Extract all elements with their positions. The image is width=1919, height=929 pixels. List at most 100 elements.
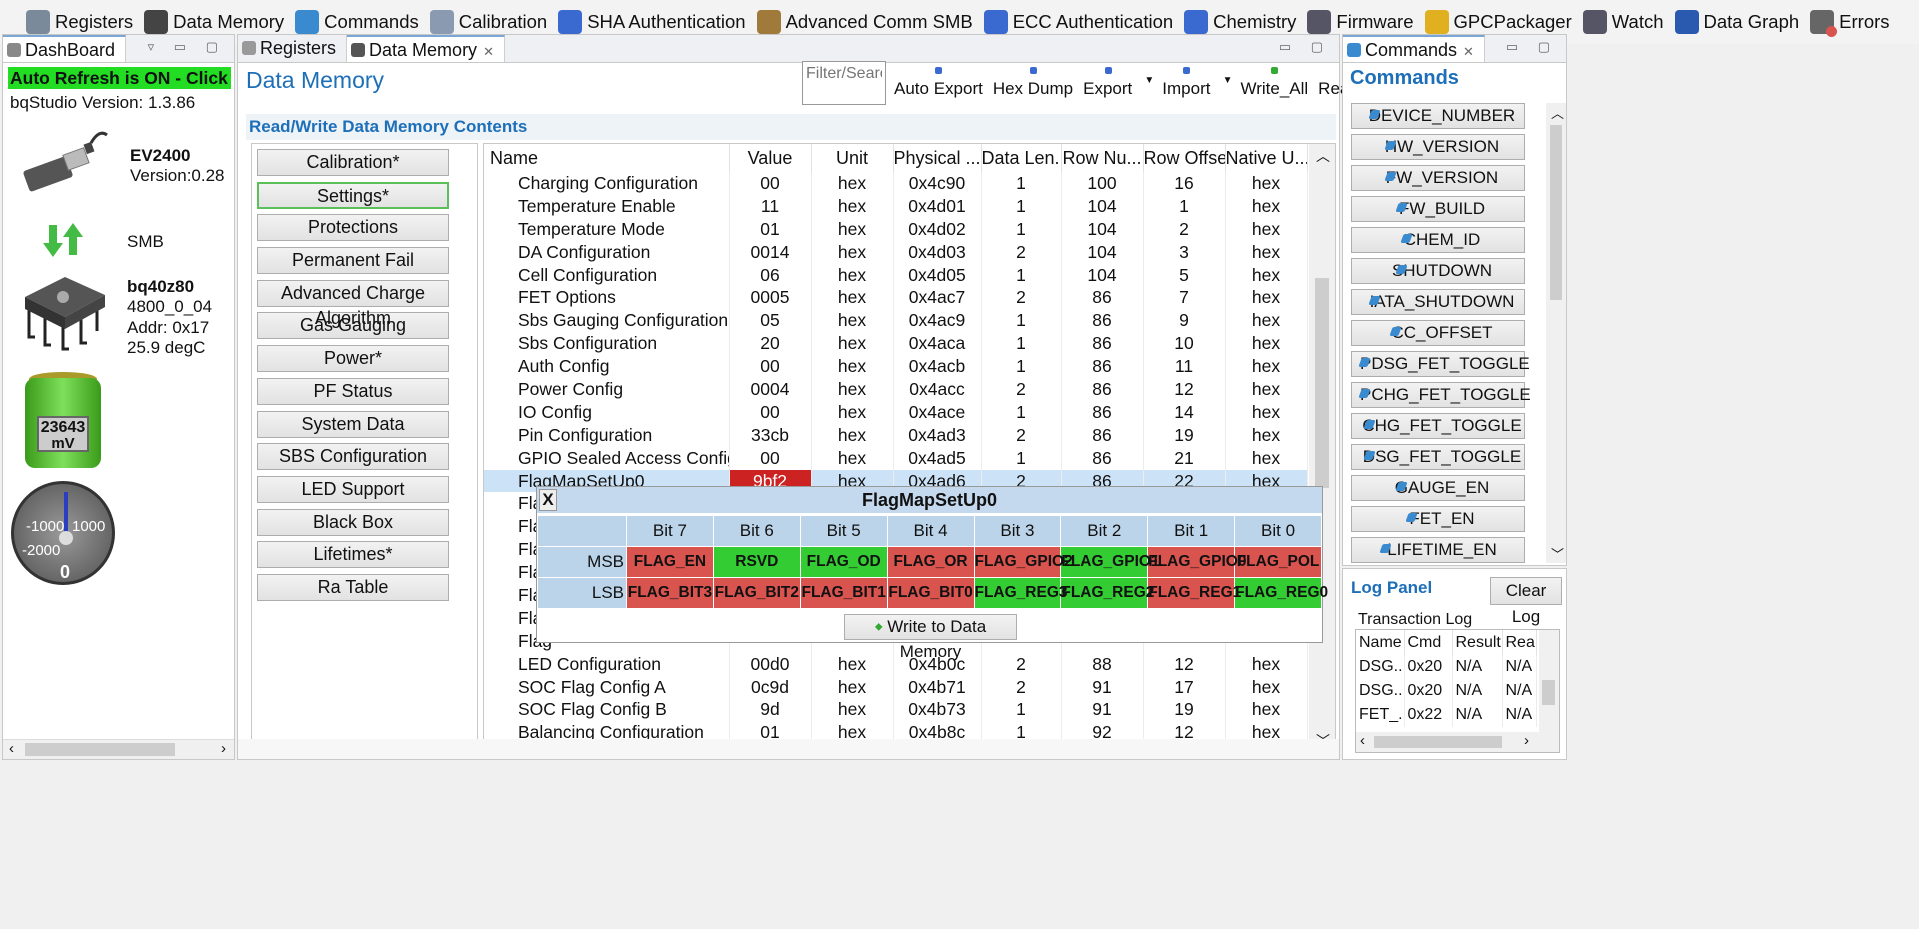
table-row[interactable]: SOC Flag Config A 0c9d hex 0x4b71 2 91 17 hex: [484, 675, 1308, 699]
table-row[interactable]: Pin Configuration 33cb hex 0x4ad3 2 86 19 hex: [484, 423, 1308, 447]
table-row[interactable]: GPIO Sealed Access Config 00 hex 0x4ad5 1 86 2…: [484, 446, 1308, 470]
category-permanent-fail-button[interactable]: Permanent Fail: [257, 247, 449, 275]
auto-export-button[interactable]: Auto Export: [890, 65, 987, 105]
category-advanced-charge-algorithm-button[interactable]: Advanced Charge Algorithm: [257, 279, 449, 328]
table-row[interactable]: FET Options 0005 hex 0x4ac7 2 86 7 hex: [484, 286, 1308, 310]
tab-registers[interactable]: Registers: [238, 35, 348, 62]
column-header-name[interactable]: Name: [484, 144, 730, 172]
commands-window-controls[interactable]: ▭ ▢: [1506, 39, 1558, 55]
clear-log-button[interactable]: Clear Log: [1490, 577, 1562, 626]
command-iata-shutdown-button[interactable]: IATA_SHUTDOWN: [1351, 289, 1525, 315]
cell-value[interactable]: 0c9d: [729, 675, 812, 699]
log-row[interactable]: DSG... 0x20 N/A N/A: [1356, 655, 1537, 679]
command-fw-build-button[interactable]: FW_BUILD: [1351, 196, 1525, 222]
toolbar-ecc-authentication-button[interactable]: ECC Authentication: [983, 10, 1173, 34]
toolbar-data-memory-button[interactable]: Data Memory: [144, 10, 284, 34]
category-sbs-configuration-button[interactable]: SBS Configuration: [257, 443, 449, 471]
command-gauge-en-button[interactable]: GAUGE_EN: [1351, 475, 1525, 501]
import-button[interactable]: Import ▼: [1158, 65, 1232, 105]
cell-value[interactable]: 05: [729, 309, 812, 333]
table-row[interactable]: IO Config 00 hex 0x4ace 1 86 14 hex: [484, 400, 1308, 424]
bit-flag-flag-od[interactable]: FLAG_OD: [799, 546, 888, 578]
command-hw-version-button[interactable]: HW_VERSION: [1351, 134, 1525, 160]
cell-value[interactable]: 33cb: [729, 423, 812, 447]
table-row[interactable]: Auth Config 00 hex 0x4acb 1 86 11 hex: [484, 355, 1308, 379]
command-lifetime-en-button[interactable]: LIFETIME_EN: [1351, 537, 1525, 563]
table-row[interactable]: Charging Configuration 00 hex 0x4c90 1 100 16 h…: [484, 172, 1308, 195]
bit-flag-flag-reg3[interactable]: FLAG_REG3: [973, 577, 1068, 609]
category-settings-button[interactable]: Settings*: [257, 181, 449, 209]
cell-value[interactable]: 00: [729, 400, 812, 424]
command-chem-id-button[interactable]: CHEM_ID: [1351, 227, 1525, 253]
bit-flag-flag-bit0[interactable]: FLAG_BIT0: [886, 577, 975, 609]
cell-value[interactable]: 00: [729, 172, 812, 195]
table-row[interactable]: Power Config 0004 hex 0x4acc 2 86 12 hex: [484, 378, 1308, 401]
table-row[interactable]: Sbs Gauging Configuration 05 hex 0x4ac9 1 86 9…: [484, 309, 1308, 333]
table-row[interactable]: Temperature Mode 01 hex 0x4d02 1 104 2 hex: [484, 217, 1308, 241]
category-power-button[interactable]: Power*: [257, 345, 449, 373]
column-header-row-nu[interactable]: Row Nu...: [1061, 144, 1144, 172]
cell-value[interactable]: 00: [729, 355, 812, 379]
cell-value[interactable]: 11: [729, 194, 812, 218]
column-header-data-len[interactable]: Data Len...: [981, 144, 1062, 172]
category-protections-button[interactable]: Protections: [257, 214, 449, 242]
table-row[interactable]: SOC Flag Config B 9d hex 0x4b73 1 91 19 hex: [484, 698, 1308, 722]
cell-value[interactable]: 0014: [729, 240, 812, 264]
popup-close-button[interactable]: X: [539, 489, 557, 511]
log-v-scrollbar[interactable]: [1539, 630, 1559, 733]
category-black-box-button[interactable]: Black Box: [257, 508, 449, 536]
toolbar-commands-button[interactable]: Commands: [295, 10, 419, 34]
cell-value[interactable]: 01: [729, 217, 812, 241]
toolbar-registers-button[interactable]: Registers: [26, 10, 133, 34]
table-row[interactable]: Cell Configuration 06 hex 0x4d05 1 104 5 hex: [484, 263, 1308, 287]
write-all-button[interactable]: Write_All: [1236, 65, 1312, 105]
tab-commands[interactable]: Commands ✕: [1343, 35, 1485, 62]
tab-dashboard[interactable]: DashBoard: [3, 35, 127, 62]
bit-flag-flag-bit2[interactable]: FLAG_BIT2: [712, 577, 801, 609]
close-tab-icon[interactable]: ✕: [483, 44, 494, 59]
bit-flag-flag-gpio1[interactable]: FLAG_GPIO1: [1060, 546, 1160, 578]
bit-flag-flag-gpio2[interactable]: FLAG_GPIO2: [973, 546, 1073, 578]
column-header-unit[interactable]: Unit: [811, 144, 894, 172]
category-calibration-button[interactable]: Calibration*: [257, 149, 449, 176]
log-row[interactable]: DSG... 0x20 N/A N/A: [1356, 679, 1537, 703]
write-to-data-memory-button[interactable]: ◆ Write to Data Memory: [844, 614, 1017, 661]
dropdown-arrow-icon[interactable]: ▼: [1223, 75, 1233, 86]
cell-value[interactable]: 00: [729, 446, 812, 470]
bit-flag-flag-or[interactable]: FLAG_OR: [886, 546, 975, 578]
column-header-physical[interactable]: Physical ...: [893, 144, 982, 172]
column-header-value[interactable]: Value: [729, 144, 812, 172]
tab-data-memory[interactable]: Data Memory ✕: [347, 35, 505, 62]
dashboard-window-controls[interactable]: ▿ ▭ ▢: [148, 39, 226, 55]
cell-value[interactable]: 9d: [729, 698, 812, 722]
command-cc-offset-button[interactable]: CC_OFFSET: [1351, 320, 1525, 346]
cell-value[interactable]: 06: [729, 263, 812, 287]
command-fw-version-button[interactable]: FW_VERSION: [1351, 165, 1525, 191]
table-row[interactable]: DA Configuration 0014 hex 0x4d03 2 104 3 hex: [484, 240, 1308, 264]
table-row[interactable]: LED Configuration 00d0 hex 0x4b0c 2 88 12 hex: [484, 652, 1308, 676]
filter-search-input[interactable]: [802, 61, 886, 105]
bit-flag-rsvd[interactable]: RSVD: [712, 546, 801, 578]
bit-flag-flag-reg1[interactable]: FLAG_REG1: [1147, 577, 1241, 609]
auto-refresh-banner[interactable]: Auto Refresh is ON - Click to Tu: [8, 67, 231, 89]
command-pdsg-fet-toggle-button[interactable]: PDSG_FET_TOGGLE: [1351, 351, 1530, 377]
command-chg-fet-toggle-button[interactable]: CHG_FET_TOGGLE: [1351, 413, 1525, 439]
dropdown-arrow-icon[interactable]: ▼: [1144, 75, 1154, 86]
bit-flag-flag-reg2[interactable]: FLAG_REG2: [1060, 577, 1154, 609]
export-button[interactable]: Export ▼: [1079, 65, 1154, 105]
bit-flag-flag-pol[interactable]: FLAG_POL: [1234, 546, 1322, 578]
toolbar-errors-button[interactable]: Errors: [1810, 10, 1890, 37]
bit-flag-flag-bit3[interactable]: FLAG_BIT3: [626, 577, 714, 609]
command-pchg-fet-toggle-button[interactable]: PCHG_FET_TOGGLE: [1351, 382, 1531, 408]
table-row[interactable]: Sbs Configuration 20 hex 0x4aca 1 86 10 hex: [484, 332, 1308, 356]
bit-flag-flag-gpio0[interactable]: FLAG_GPIO0: [1147, 546, 1246, 578]
toolbar-data-graph-button[interactable]: Data Graph: [1674, 10, 1799, 34]
cell-value[interactable]: 0004: [729, 378, 812, 401]
hex-dump-button[interactable]: Hex Dump: [989, 65, 1077, 105]
toolbar-firmware-button[interactable]: Firmware: [1307, 10, 1414, 34]
toolbar-sha-authentication-button[interactable]: SHA Authentication: [558, 10, 746, 34]
grid-v-scrollbar[interactable]: ︿ ﹀: [1309, 144, 1335, 751]
commands-v-scrollbar[interactable]: ︿ ﹀: [1546, 103, 1566, 563]
cell-value[interactable]: 0005: [729, 286, 812, 310]
center-h-scrollbar[interactable]: [238, 739, 1339, 759]
